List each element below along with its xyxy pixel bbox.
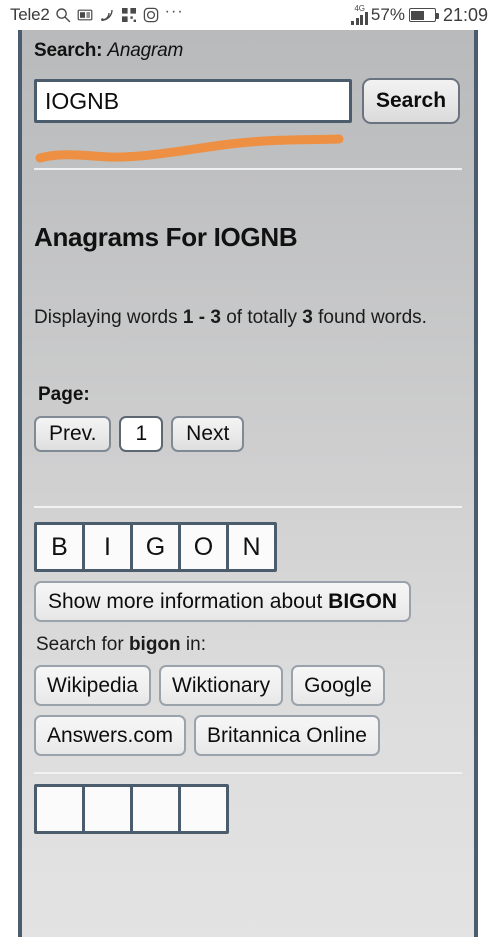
- link-wiktionary-button[interactable]: Wiktionary: [159, 665, 284, 707]
- search-mode-value: Anagram: [107, 40, 184, 61]
- letter-tile: N: [229, 525, 274, 570]
- results-prefix: Displaying words: [34, 307, 183, 328]
- search-mode-label: Search:: [34, 40, 103, 61]
- pagination-label: Page:: [38, 384, 90, 406]
- pagination-next-button[interactable]: Next: [171, 416, 245, 453]
- divider-word: [34, 772, 462, 775]
- results-summary: Displaying words 1 - 3 of totally 3 foun…: [34, 301, 444, 334]
- results-mid: of totally: [220, 307, 303, 328]
- pagination: Prev. 1 Next: [34, 416, 462, 453]
- external-links-row-2: Answers.com Britannica Online: [34, 715, 462, 757]
- search-for-prefix: Search for: [36, 634, 129, 656]
- page-title: Anagrams For IOGNB: [34, 222, 298, 252]
- signal-bars-icon: [351, 12, 368, 25]
- network-indicator: 4G: [351, 5, 368, 25]
- letter-tiles: B I G O N: [34, 522, 277, 573]
- results-suffix: found words.: [312, 307, 427, 328]
- show-more-information-button[interactable]: Show more information about BIGON: [34, 581, 411, 623]
- search-for-line: Search for bigon in:: [36, 634, 462, 656]
- letter-tile: [133, 787, 178, 832]
- results-range: 1 - 3: [182, 307, 221, 328]
- letter-tile: O: [181, 525, 226, 570]
- link-answers-button[interactable]: Answers.com: [34, 715, 187, 757]
- link-google-button[interactable]: Google: [291, 665, 385, 707]
- link-wikipedia-button[interactable]: Wikipedia: [34, 665, 152, 707]
- link-britannica-button[interactable]: Britannica Online: [194, 715, 380, 757]
- letter-tile: B: [37, 525, 82, 570]
- browser-viewport: Search: Anagram Search Anagrams For IOGN…: [0, 30, 500, 937]
- qr-code-icon: [121, 7, 138, 24]
- camera-icon: [143, 7, 160, 24]
- carrier-label: Tele2: [10, 5, 50, 24]
- info-button-word: BIGON: [328, 589, 397, 613]
- letter-tile: I: [85, 525, 130, 570]
- clock-label: 21:09: [442, 4, 488, 25]
- divider-top: [34, 168, 462, 170]
- letter-tile: [37, 787, 82, 832]
- letter-tiles-next-word: [34, 784, 229, 835]
- info-button-prefix: Show more information about: [48, 589, 329, 613]
- letter-tile: [181, 787, 226, 832]
- search-for-suffix: in:: [180, 634, 206, 656]
- pagination-prev-button[interactable]: Prev.: [34, 416, 112, 453]
- handdrawn-annotation: [34, 130, 462, 164]
- more-dots-icon: ···: [164, 3, 184, 20]
- search-mode-line: Search: Anagram: [34, 40, 462, 62]
- search-button[interactable]: Search: [362, 78, 461, 124]
- external-links-row-1: Wikipedia Wiktionary Google: [34, 665, 462, 707]
- letter-tile: G: [133, 525, 178, 570]
- battery-icon: [408, 8, 439, 22]
- news-card-icon: [77, 7, 94, 24]
- rss-icon: [99, 7, 116, 24]
- status-bar-right: 4G 57% 21:09: [351, 5, 488, 26]
- status-bar-left: Tele2 ···: [10, 3, 184, 25]
- search-input[interactable]: [34, 79, 352, 123]
- word-result-bigon: B I G O N Show more information about BI…: [34, 508, 462, 775]
- search-icon: [55, 7, 72, 24]
- search-for-word: bigon: [128, 634, 181, 656]
- results-total: 3: [302, 307, 313, 328]
- search-row: Search: [34, 78, 462, 124]
- pagination-page-1-button[interactable]: 1: [119, 416, 164, 453]
- network-type-label: 4G: [354, 4, 365, 13]
- status-bar: Tele2 ··· 4G 57% 21:09: [0, 0, 500, 30]
- letter-tile: [85, 787, 130, 832]
- page-content: Search: Anagram Search Anagrams For IOGN…: [18, 30, 478, 937]
- battery-percent-label: 57%: [370, 5, 405, 24]
